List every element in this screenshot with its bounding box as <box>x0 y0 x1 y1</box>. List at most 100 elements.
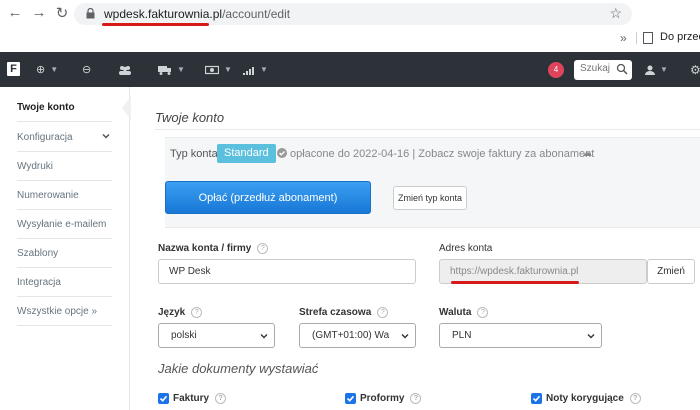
user-menu[interactable]: ▼ <box>645 52 668 87</box>
search-icon[interactable] <box>616 63 628 75</box>
sidebar-item-label: Wydruki <box>17 161 54 172</box>
help-icon[interactable]: ? <box>215 393 227 404</box>
subscription-status-text[interactable]: opłacone do 2022-04-16 | Zobacz swoje fa… <box>290 148 594 160</box>
documents-invoices-checkbox[interactable]: Faktury? <box>158 393 227 404</box>
add-menu[interactable]: ⊕ ▼ <box>36 52 58 87</box>
url-text: wpdesk.fakturownia.pl/account/edit <box>104 7 291 21</box>
timezone-label: Strefa czasowa <box>299 307 372 319</box>
sidebar-item-konfiguracja[interactable]: Konfiguracja <box>17 124 112 152</box>
help-icon[interactable]: ? <box>477 307 489 318</box>
sidebar-item-wszystkie-opcje[interactable]: Wszystkie opcje » <box>17 298 112 326</box>
account-name-input[interactable] <box>158 259 416 284</box>
app-navbar: F ⊕▼ ⊖ ▼ ▼ ▼ 4 ▼ <box>0 52 700 87</box>
forward-arrow-icon[interactable]: → <box>30 4 48 21</box>
back-arrow-icon[interactable]: ← <box>6 4 24 21</box>
settings-menu[interactable]: ⚙ <box>690 52 700 87</box>
check-circle-icon <box>277 148 287 158</box>
pay-subscription-button[interactable]: Opłać (przedłuż abonament) <box>165 181 371 214</box>
language-label-row: Język? <box>158 307 203 319</box>
sidebar-item-label: Numerowanie <box>17 190 79 201</box>
change-account-type-button[interactable]: Zmień typ konta <box>393 186 467 210</box>
checkbox-checked-icon[interactable] <box>158 393 169 404</box>
fakturownia-logo[interactable]: F <box>7 62 20 76</box>
caret-down-icon: ▼ <box>50 65 59 74</box>
language-selected-value: polski <box>171 330 197 341</box>
currency-select[interactable]: PLN <box>439 323 602 348</box>
help-icon[interactable]: ? <box>410 393 422 404</box>
sidebar-item-label: Szablony <box>17 248 59 259</box>
caret-down-icon: ▼ <box>260 65 268 74</box>
page-title: Twoje konto <box>155 110 225 125</box>
lock-icon <box>86 8 95 19</box>
bookmarks-bar: » Do przeczy <box>0 29 700 47</box>
account-type-label: Typ konta <box>170 148 218 160</box>
warehouse-menu[interactable]: ▼ <box>158 52 185 87</box>
checkbox-checked-icon[interactable] <box>531 393 542 404</box>
truck-icon <box>158 65 171 75</box>
sidebar-item-numerowanie[interactable]: Numerowanie <box>17 182 112 210</box>
sidebar-item-twoje-konto[interactable]: Twoje konto <box>17 94 112 122</box>
sidebar-item-integracja[interactable]: Integracja <box>17 269 112 297</box>
url-highlight-underline <box>102 23 209 26</box>
notification-badge[interactable]: 4 <box>548 62 564 78</box>
user-icon <box>645 65 655 75</box>
plus-circle-icon: ⊕ <box>36 64 46 76</box>
checkbox-label: Noty korygujące <box>546 393 624 404</box>
minus-menu[interactable]: ⊖ <box>82 52 91 87</box>
account-name-label: Nazwa konta / firmy <box>158 243 252 255</box>
help-icon[interactable]: ? <box>377 307 389 318</box>
sidebar-item-wysylanie-emailem[interactable]: Wysyłanie e-mailem <box>17 211 112 239</box>
help-icon[interactable]: ? <box>191 307 203 318</box>
browser-chrome: ← → ↻ wpdesk.fakturownia.pl/account/edit… <box>0 0 700 52</box>
sidebar-active-pointer <box>122 96 131 120</box>
subscription-panel: Typ konta Standard opłacone do 2022-04-1… <box>165 137 700 228</box>
minus-circle-icon: ⊖ <box>82 64 92 76</box>
users-icon <box>119 65 131 75</box>
documents-correction-notes-checkbox[interactable]: Noty korygujące? <box>531 393 641 404</box>
checkbox-checked-icon[interactable] <box>345 393 356 404</box>
payments-menu[interactable]: ▼ <box>205 52 232 87</box>
gear-icon: ⚙ <box>690 62 700 77</box>
cloud-download-icon[interactable]: ☁ <box>582 148 592 159</box>
change-address-button[interactable]: Zmień <box>647 259 695 284</box>
sidebar-item-label: Wszystkie opcje » <box>17 306 98 317</box>
sidebar-item-szablony[interactable]: Szablony <box>17 240 112 268</box>
title-divider <box>155 129 700 130</box>
reading-list-icon <box>643 32 653 44</box>
currency-label-row: Waluta? <box>439 307 489 318</box>
sidebar-item-label: Integracja <box>17 277 61 288</box>
timezone-selected-value: (GMT+01:00) Wa <box>312 330 390 341</box>
timezone-select[interactable]: (GMT+01:00) Wa <box>299 323 416 348</box>
reading-list-label[interactable]: Do przeczy <box>660 31 700 43</box>
help-icon[interactable]: ? <box>629 393 641 404</box>
address-highlight-underline <box>451 281 579 284</box>
address-bar[interactable]: wpdesk.fakturownia.pl/account/edit ☆ <box>74 3 632 25</box>
currency-selected-value: PLN <box>452 330 472 341</box>
bookmarks-overflow-icon[interactable]: » <box>620 31 627 45</box>
reports-menu[interactable]: ▼ <box>243 52 268 87</box>
contacts-menu[interactable] <box>118 52 132 87</box>
sidebar-item-label: Konfiguracja <box>17 132 73 143</box>
chevron-down-icon <box>587 334 595 339</box>
help-icon[interactable]: ? <box>257 243 269 254</box>
language-label: Język <box>158 307 186 319</box>
reload-icon[interactable]: ↻ <box>53 4 71 22</box>
checkbox-label: Faktury <box>173 393 210 404</box>
bookmark-star-icon[interactable]: ☆ <box>609 5 622 22</box>
account-name-label-row: Nazwa konta / firmy? <box>158 243 269 255</box>
signal-bars-icon <box>243 66 254 75</box>
language-select[interactable]: polski <box>158 323 275 348</box>
bookmarks-divider <box>636 32 637 44</box>
documents-section-title: Jakie dokumenty wystawiać <box>158 361 319 376</box>
sidebar-item-wydruki[interactable]: Wydruki <box>17 153 112 181</box>
sidebar-item-label: Twoje konto <box>17 102 75 113</box>
chevron-down-icon <box>401 334 409 339</box>
documents-proforma-checkbox[interactable]: Proformy? <box>345 393 422 404</box>
checkbox-label: Proformy <box>360 393 405 404</box>
search-input[interactable] <box>580 63 616 74</box>
account-address-label: Adres konta <box>439 243 493 254</box>
money-icon <box>205 65 219 74</box>
search-box[interactable] <box>574 60 632 80</box>
chevron-down-icon <box>102 133 110 139</box>
settings-sidebar: Twoje konto Konfiguracja Wydruki Numerow… <box>0 87 130 410</box>
